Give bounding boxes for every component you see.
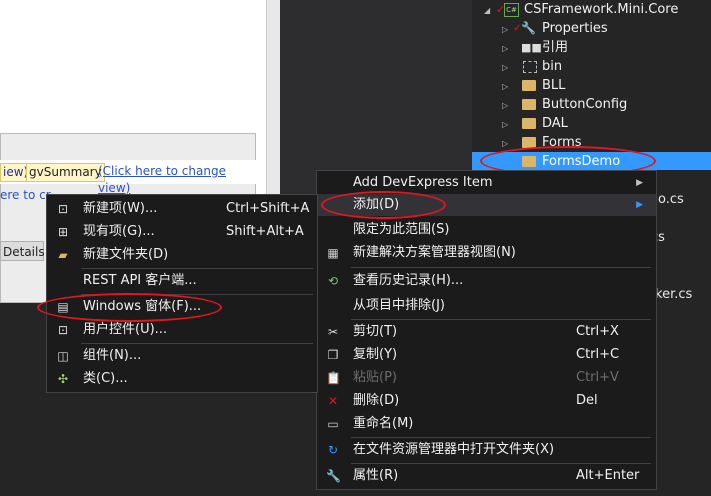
- submenu-item-component[interactable]: ◫ 组件(N)...: [47, 345, 317, 367]
- tree-item-label: BLL: [542, 78, 566, 93]
- menu-item-label: 类(C)...: [83, 371, 128, 386]
- shortcut-label: Ctrl+X: [576, 324, 619, 339]
- tree-item-label: bin: [542, 59, 563, 74]
- shortcut-label: Ctrl+V: [576, 370, 619, 385]
- folder-icon: [522, 80, 536, 91]
- shortcut-label: Ctrl+Shift+A: [226, 201, 310, 216]
- wrench-icon: 🔧: [521, 21, 536, 35]
- menu-item-rename[interactable]: ▭ 重命名(M): [317, 413, 656, 435]
- menu-item-label: 属性(R): [353, 468, 399, 483]
- menu-item-label: 粘贴(P): [353, 370, 397, 385]
- tree-item-properties[interactable]: ▷ ✓ 🔧 Properties: [472, 19, 711, 38]
- new-view-icon: ▦: [327, 246, 339, 260]
- tree-item-label: ButtonConfig: [542, 97, 628, 112]
- highlight-ellipse: [37, 293, 222, 322]
- new-item-icon: ⊡: [57, 202, 69, 216]
- menu-separator: [351, 463, 651, 464]
- tree-item-label: 引用: [542, 40, 569, 55]
- menu-item-label: 限定为此范围(S): [353, 222, 450, 237]
- partial-file: o.cs: [658, 192, 684, 207]
- add-submenu: ⊡ 新建项(W)... Ctrl+Shift+A ⊞ 现有项(G)... Shi…: [46, 194, 318, 393]
- folder-icon: [522, 99, 536, 110]
- partial-file: ker.cs: [655, 287, 693, 302]
- menu-item-label: 新建文件夹(D): [83, 247, 169, 262]
- refresh-arrow-icon: ↻: [327, 443, 339, 457]
- csharp-project-icon: C#: [504, 3, 519, 17]
- paste-icon: 📋: [326, 371, 341, 385]
- menu-item-label: 剪切(T): [353, 324, 398, 339]
- menu-item-label: 复制(Y): [353, 347, 398, 362]
- menu-item-delete[interactable]: ✕ 删除(D) Del: [317, 390, 656, 412]
- shortcut-label: Ctrl+C: [576, 347, 620, 362]
- submenu-item-new-folder[interactable]: ▰ 新建文件夹(D): [47, 244, 317, 266]
- menu-separator: [81, 343, 313, 344]
- change-view-link[interactable]: (Click here to change view): [96, 163, 256, 195]
- references-icon: ■■: [521, 41, 542, 54]
- solution-explorer: ◢ ✓ C# CSFramework.Mini.Core ▷ ✓ 🔧 Prope…: [472, 0, 711, 171]
- menu-item-label: 用户控件(U)...: [83, 322, 168, 337]
- shortcut-label: Alt+Enter: [576, 468, 640, 483]
- menu-item-label: 删除(D): [353, 393, 400, 408]
- tree-item-label: DAL: [542, 116, 568, 131]
- menu-item-open-in-explorer[interactable]: ↻ 在文件资源管理器中打开文件夹(X): [317, 439, 656, 461]
- submenu-item-class[interactable]: ✣ 类(C)...: [47, 368, 317, 390]
- tree-item-references[interactable]: ▷ ■■ 引用: [472, 38, 711, 57]
- submenu-item-rest-api[interactable]: REST API 客户端...: [47, 270, 317, 292]
- menu-item-paste[interactable]: 📋 粘贴(P) Ctrl+V: [317, 367, 656, 389]
- rename-icon: ▭: [327, 417, 339, 431]
- wrench-icon: 🔧: [326, 469, 341, 483]
- hidden-folder-icon: [523, 61, 537, 73]
- history-icon: ⟲: [327, 274, 339, 288]
- folder-icon: [522, 118, 536, 129]
- shortcut-label: Shift+Alt+A: [226, 224, 304, 239]
- menu-item-history[interactable]: ⟲ 查看历史记录(H)...: [317, 270, 656, 292]
- tree-item-bll[interactable]: ▷ BLL: [472, 76, 711, 95]
- shortcut-label: Del: [576, 393, 598, 408]
- project-node[interactable]: ◢ ✓ C# CSFramework.Mini.Core: [472, 0, 711, 19]
- menu-item-label: REST API 客户端...: [83, 273, 197, 288]
- menu-separator: [351, 319, 651, 320]
- menu-item-scope[interactable]: 限定为此范围(S): [317, 219, 656, 241]
- gvsummary-token[interactable]: gvSummary: [26, 163, 105, 182]
- component-icon: ◫: [57, 349, 69, 363]
- submenu-item-user-control[interactable]: ⊡ 用户控件(U)...: [47, 319, 317, 341]
- menu-item-properties[interactable]: 🔧 属性(R) Alt+Enter: [317, 465, 656, 487]
- menu-separator: [81, 268, 313, 269]
- delete-icon: ✕: [327, 394, 339, 408]
- menu-separator: [351, 437, 651, 438]
- tree-item-dal[interactable]: ▷ DAL: [472, 114, 711, 133]
- tree-item-label: Properties: [542, 21, 608, 36]
- tree-item-buttonconfig[interactable]: ▷ ButtonConfig: [472, 95, 711, 114]
- menu-item-label: 从项目中排除(J): [353, 298, 445, 313]
- submenu-item-existing-item[interactable]: ⊞ 现有项(G)... Shift+Alt+A: [47, 221, 317, 243]
- class-icon: ✣: [57, 372, 69, 386]
- submenu-arrow-icon: ▶: [636, 178, 643, 188]
- project-label: CSFramework.Mini.Core: [524, 2, 679, 17]
- scissors-icon: ✂: [327, 325, 339, 339]
- solution-explorer-partial: o.cs cs ker.cs: [651, 170, 711, 496]
- menu-item-exclude[interactable]: 从项目中排除(J): [317, 295, 656, 317]
- menu-item-label: 新建解决方案管理器视图(N): [353, 245, 516, 260]
- user-control-icon: ⊡: [57, 323, 69, 337]
- menu-item-new-view[interactable]: ▦ 新建解决方案管理器视图(N): [317, 242, 656, 264]
- menu-item-label: 现有项(G)...: [83, 224, 155, 239]
- create-link[interactable]: ere to cr: [0, 188, 51, 202]
- menu-item-cut[interactable]: ✂ 剪切(T) Ctrl+X: [317, 321, 656, 343]
- existing-item-icon: ⊞: [57, 225, 69, 239]
- menu-item-label: 重命名(M): [353, 416, 414, 431]
- menu-separator: [351, 267, 651, 268]
- new-folder-icon: ▰: [58, 248, 68, 262]
- details-tab[interactable]: Details: [0, 241, 45, 261]
- menu-item-copy[interactable]: ❐ 复制(Y) Ctrl+C: [317, 344, 656, 366]
- submenu-arrow-icon: ▶: [636, 200, 643, 210]
- tree-item-bin[interactable]: ▷ bin: [472, 57, 711, 76]
- menu-item-label: 组件(N)...: [83, 348, 142, 363]
- menu-item-label: 在文件资源管理器中打开文件夹(X): [353, 442, 555, 457]
- menu-item-label: 查看历史记录(H)...: [353, 273, 464, 288]
- view-bar: iew) gvSummary (Click here to change vie…: [0, 160, 256, 195]
- menu-item-label: 新建项(W)...: [83, 201, 158, 216]
- copy-icon: ❐: [327, 348, 339, 362]
- submenu-item-new-item[interactable]: ⊡ 新建项(W)... Ctrl+Shift+A: [47, 198, 317, 220]
- highlight-ellipse: [321, 191, 446, 219]
